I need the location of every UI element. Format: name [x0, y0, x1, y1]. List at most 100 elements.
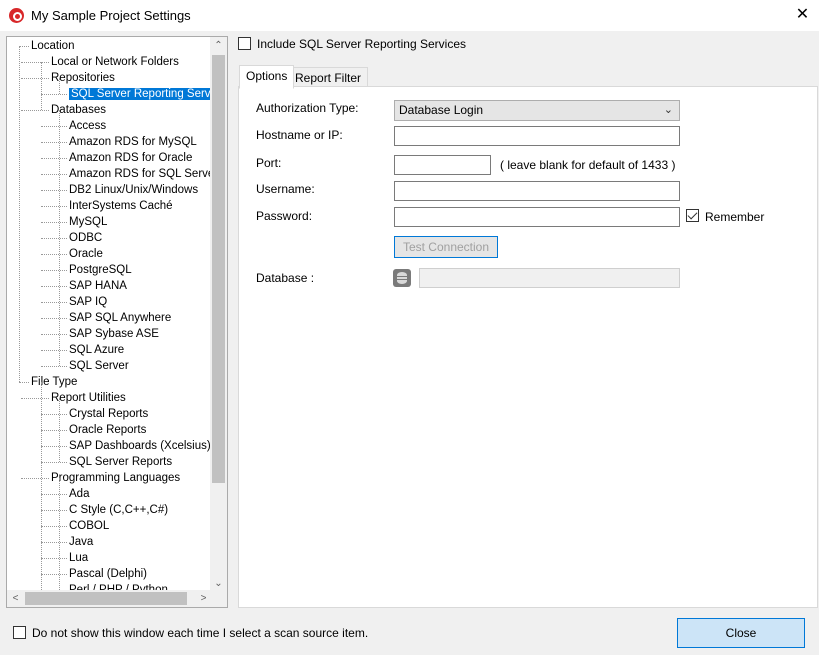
tree-node-label: Report Utilities — [51, 392, 126, 404]
tree-node[interactable]: MySQL — [69, 214, 107, 230]
tree-node-label: Programming Languages — [51, 472, 181, 484]
horizontal-scroll-thumb[interactable] — [25, 592, 187, 605]
username-input[interactable] — [394, 181, 680, 201]
password-input[interactable] — [394, 207, 680, 227]
dont-show-checkbox[interactable] — [13, 626, 26, 639]
tree-connector — [41, 158, 67, 159]
port-input[interactable] — [394, 155, 491, 175]
tree-node[interactable]: Programming Languages — [51, 470, 180, 486]
app-logo-icon — [9, 8, 24, 23]
auth-type-value: Database Login — [399, 103, 484, 117]
tree-connector — [41, 350, 67, 351]
close-button[interactable]: Close — [677, 618, 805, 648]
port-label: Port: — [256, 156, 282, 170]
remember-label[interactable]: Remember — [705, 210, 764, 224]
tree-node[interactable]: COBOL — [69, 518, 109, 534]
tree-node-label: SAP Dashboards (Xcelsius) — [69, 440, 211, 452]
database-browse-icon[interactable] — [393, 269, 411, 287]
tree-node[interactable]: Report Utilities — [51, 390, 126, 406]
tree-connector — [41, 574, 67, 575]
database-label: Database : — [256, 271, 315, 285]
tree-connector — [41, 286, 67, 287]
tree-node[interactable]: SAP IQ — [69, 294, 107, 310]
tree-node-label: Location — [31, 40, 75, 52]
tree-node[interactable]: SQL Server Reports — [69, 454, 172, 470]
tree-guide-line — [59, 478, 60, 592]
tree-node[interactable]: PostgreSQL — [69, 262, 132, 278]
include-ssrs-checkbox[interactable] — [238, 37, 251, 50]
tree-guide-line — [59, 78, 60, 94]
tree-node[interactable]: Repositories — [51, 70, 115, 86]
hostname-label: Hostname or IP: — [256, 128, 343, 142]
tree-node[interactable]: SAP SQL Anywhere — [69, 310, 171, 326]
tree-connector — [41, 334, 67, 335]
tree-connector — [41, 430, 67, 431]
tree-connector — [41, 526, 67, 527]
tree-node[interactable]: SAP HANA — [69, 278, 127, 294]
tree-node[interactable]: SQL Azure — [69, 342, 124, 358]
tree-node[interactable]: SAP Sybase ASE — [69, 326, 159, 342]
tree-node[interactable]: Pascal (Delphi) — [69, 566, 147, 582]
scroll-left-icon[interactable]: < — [7, 590, 24, 607]
tree-connector — [41, 238, 67, 239]
tree-connector — [41, 142, 67, 143]
scroll-up-icon[interactable]: ⌃ — [210, 37, 227, 54]
tree-node-label: SAP SQL Anywhere — [69, 312, 172, 324]
tree-node[interactable]: Amazon RDS for MySQL — [69, 134, 197, 150]
auth-type-label: Authorization Type: — [256, 101, 359, 115]
tree-node[interactable]: Oracle Reports — [69, 422, 146, 438]
tree-connector — [41, 302, 67, 303]
tree-node[interactable]: Crystal Reports — [69, 406, 148, 422]
hostname-input[interactable] — [394, 126, 680, 146]
tree-connector — [21, 398, 49, 399]
chevron-down-icon: ⌄ — [663, 104, 673, 116]
tree-node[interactable]: Location — [31, 38, 74, 54]
tree-node[interactable]: Access — [69, 118, 106, 134]
dont-show-label[interactable]: Do not show this window each time I sele… — [32, 626, 368, 640]
tree-node[interactable]: Lua — [69, 550, 88, 566]
vertical-scroll-thumb[interactable] — [212, 55, 225, 483]
tree-horizontal-scrollbar[interactable]: < > — [7, 590, 212, 607]
tree-node[interactable]: Java — [69, 534, 93, 550]
tree-node-label: Amazon RDS for SQL Server — [69, 168, 212, 180]
tree-node-label: Local or Network Folders — [51, 56, 179, 68]
tree-node[interactable]: SQL Server Reporting Service — [69, 86, 212, 102]
tree-node[interactable]: File Type — [31, 374, 77, 390]
password-label: Password: — [256, 209, 313, 223]
auth-type-select[interactable]: Database Login ⌄ — [394, 100, 680, 121]
tree-node-label: Oracle — [69, 248, 103, 260]
tree-node-label: Repositories — [51, 72, 115, 84]
tree-node[interactable]: SAP Dashboards (Xcelsius) — [69, 438, 211, 454]
tree-connector — [41, 462, 67, 463]
tree-node[interactable]: Amazon RDS for SQL Server — [69, 166, 212, 182]
tree-node[interactable]: Amazon RDS for Oracle — [69, 150, 192, 166]
tree-guide-line — [59, 398, 60, 462]
tree-connector — [21, 110, 49, 111]
tree-node[interactable]: Local or Network Folders — [51, 54, 179, 70]
tree-node-label: MySQL — [69, 216, 108, 228]
tree-node[interactable]: C Style (C,C++,C#) — [69, 502, 168, 518]
tree-node[interactable]: Oracle — [69, 246, 103, 262]
tree-connector — [21, 478, 49, 479]
tree-node[interactable]: ODBC — [69, 230, 102, 246]
tree-node-label: Crystal Reports — [69, 408, 149, 420]
tree-node[interactable]: DB2 Linux/Unix/Windows — [69, 182, 198, 198]
window-close-button[interactable]: ✕ — [786, 0, 819, 31]
remember-checkbox[interactable] — [686, 209, 699, 222]
include-ssrs-label[interactable]: Include SQL Server Reporting Services — [257, 37, 466, 51]
tree-connector — [41, 494, 67, 495]
tree-guide-line — [41, 382, 42, 592]
tree-node-label: File Type — [31, 376, 78, 388]
tree-vertical-scrollbar[interactable]: ⌃ ⌄ — [210, 37, 227, 592]
tree-node-label: InterSystems Caché — [69, 200, 173, 212]
database-field — [419, 268, 680, 288]
tree-connector — [19, 382, 29, 383]
tree-node[interactable]: Ada — [69, 486, 89, 502]
title-bar: My Sample Project Settings ✕ — [0, 0, 819, 31]
test-connection-button[interactable]: Test Connection — [394, 236, 498, 258]
tree-node[interactable]: SQL Server — [69, 358, 129, 374]
tree-node-label: Oracle Reports — [69, 424, 147, 436]
tree-node[interactable]: InterSystems Caché — [69, 198, 173, 214]
source-tree[interactable]: Location Local or Network Folders Reposito… — [6, 36, 228, 608]
tab-options[interactable]: Options — [239, 65, 295, 89]
